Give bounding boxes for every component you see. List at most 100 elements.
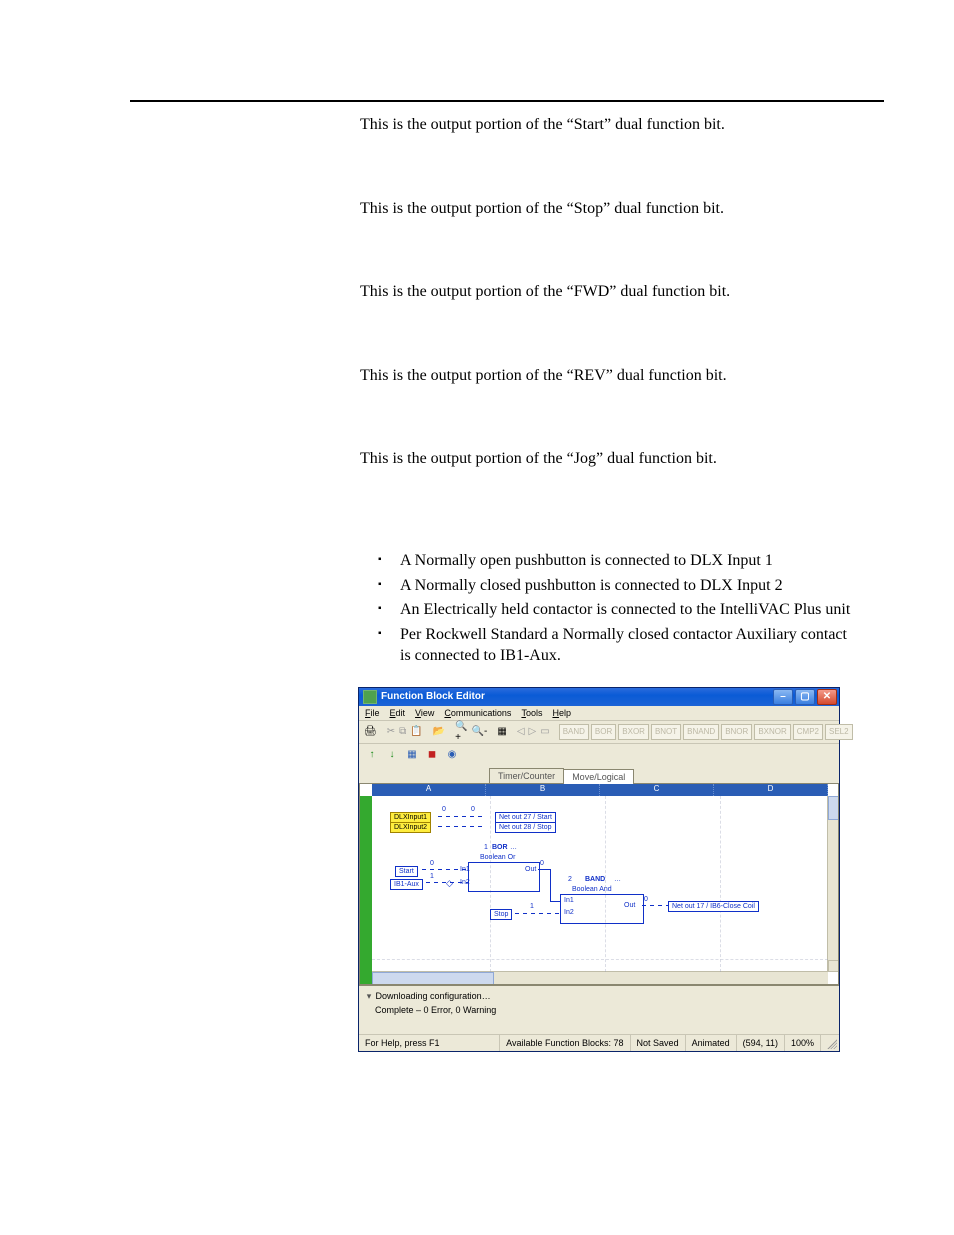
resize-grip-icon[interactable]: [825, 1037, 837, 1049]
titlebar[interactable]: Function Block Editor – ▢ ✕: [359, 688, 839, 706]
column-header: B: [486, 784, 600, 796]
toolbar-main: 🖨 ✂ ⧉ 📋 📂 🔍+ 🔍- ▦ ◁ ▷ ▭ BAND BOR BXOR: [359, 721, 839, 744]
status-help: For Help, press F1: [359, 1035, 500, 1051]
vertical-scrollbar[interactable]: [827, 796, 838, 972]
menubar: File Edit View Communications Tools Help: [359, 706, 839, 721]
palette-button[interactable]: BNAND: [683, 724, 719, 740]
copy-icon[interactable]: ⧉: [398, 723, 407, 741]
label-two: 2: [568, 876, 572, 883]
palette-button[interactable]: CMP2: [793, 724, 823, 740]
row-gutter: [360, 796, 372, 984]
window-maximize-button[interactable]: ▢: [795, 689, 815, 705]
bullet-item: Per Rockwell Standard a Normally closed …: [378, 624, 860, 667]
text-column: This is the output portion of the “Start…: [360, 114, 860, 1052]
menu-help[interactable]: Help: [552, 708, 571, 718]
status-coord: (594, 11): [737, 1035, 785, 1051]
stop-icon[interactable]: ◼: [423, 746, 441, 764]
menu-file[interactable]: File: [365, 708, 380, 718]
column-header: A: [372, 784, 486, 796]
bullet-item: A Normally open pushbutton is connected …: [378, 550, 860, 572]
diagram-canvas[interactable]: A B C D DLXInput1: [359, 784, 839, 985]
palette-button[interactable]: BAND: [559, 724, 589, 740]
block-ib1aux[interactable]: IB1-Aux: [390, 879, 423, 890]
output-line: Downloading configuration…: [376, 991, 491, 1001]
palette-button[interactable]: BNOR: [721, 724, 752, 740]
palette-button[interactable]: BNOT: [651, 724, 681, 740]
palette-button[interactable]: BXNOR: [754, 724, 790, 740]
block-start[interactable]: Start: [395, 866, 418, 877]
label-one: 1: [484, 844, 488, 851]
menu-view[interactable]: View: [415, 708, 434, 718]
block-stop[interactable]: Stop: [490, 909, 512, 920]
status-blocks: Available Function Blocks: 78: [500, 1035, 630, 1051]
palette-button[interactable]: BOR: [591, 724, 616, 740]
label-zero: 0: [430, 860, 434, 867]
open-icon[interactable]: 📂: [432, 723, 446, 741]
arrow-down-icon[interactable]: ↓: [383, 746, 401, 764]
bullet-item: A Normally closed pushbutton is connecte…: [378, 575, 860, 597]
tabstrip: Timer/Counter Move/Logical: [359, 766, 839, 784]
toolbar-secondary: ↑ ↓ ▦ ◼ ◉: [359, 744, 839, 766]
menu-tools[interactable]: Tools: [521, 708, 542, 718]
tab-timer[interactable]: Timer/Counter: [489, 768, 564, 783]
cut-icon[interactable]: ✂: [386, 723, 396, 741]
band-subtitle: Boolean And: [572, 886, 612, 893]
zoom-out-icon[interactable]: 🔍-: [471, 723, 489, 741]
horizontal-scrollbar[interactable]: [372, 971, 828, 984]
not-icon: ◇: [446, 878, 453, 889]
nav-box-icon[interactable]: ▭: [539, 723, 550, 741]
tab-move[interactable]: Move/Logical: [563, 769, 634, 784]
blocks-icon[interactable]: ▦: [403, 746, 421, 764]
menu-edit[interactable]: Edit: [390, 708, 406, 718]
paragraph-fwd: This is the output portion of the “FWD” …: [360, 281, 860, 303]
scroll-down-arrow-icon[interactable]: [828, 960, 839, 972]
paragraph-jog: This is the output portion of the “Jog” …: [360, 448, 860, 470]
label-zero: 0: [442, 806, 446, 813]
paragraph-rev: This is the output portion of the “REV” …: [360, 365, 860, 387]
ellipsis-icon[interactable]: …: [614, 876, 621, 883]
ellipsis-icon[interactable]: …: [510, 844, 517, 851]
window-minimize-button[interactable]: –: [773, 689, 793, 705]
label-zero: 0: [540, 860, 544, 867]
paragraph-start: This is the output portion of the “Start…: [360, 114, 860, 136]
app-window: Function Block Editor – ▢ ✕ File Edit Vi…: [358, 687, 840, 1052]
block-dlxinput2[interactable]: DLXInput2: [390, 822, 431, 833]
app-icon: [363, 690, 377, 704]
zoom-in-icon[interactable]: 🔍+: [454, 723, 468, 741]
label-zero: 0: [644, 896, 648, 903]
arrow-up-icon[interactable]: ↑: [363, 746, 381, 764]
label-zero: 0: [471, 806, 475, 813]
globe-icon[interactable]: ◉: [443, 746, 461, 764]
status-anim: Animated: [686, 1035, 737, 1051]
window-title: Function Block Editor: [381, 691, 485, 702]
paragraph-stop: This is the output portion of the “Stop”…: [360, 198, 860, 220]
label-one: 1: [530, 903, 534, 910]
label-one: 1: [430, 873, 434, 880]
block-netout17[interactable]: Net out 17 / IB6-Close Coil: [668, 901, 759, 912]
bullet-list: A Normally open pushbutton is connected …: [378, 550, 860, 667]
palette-button[interactable]: BXOR: [618, 724, 649, 740]
scroll-thumb[interactable]: [828, 796, 839, 820]
band-title: BAND: [585, 876, 605, 883]
column-header: C: [600, 784, 714, 796]
print-icon[interactable]: 🖨: [363, 723, 378, 741]
menu-communications[interactable]: Communications: [444, 708, 511, 718]
paste-icon[interactable]: 📋: [409, 723, 423, 741]
output-pane: ▾ Downloading configuration… Complete – …: [359, 985, 839, 1034]
port-out: Out: [525, 866, 536, 873]
output-line: Complete – 0 Error, 0 Warning: [375, 1005, 496, 1015]
port-in2: In2: [564, 909, 574, 916]
statusbar: For Help, press F1 Available Function Bl…: [359, 1034, 839, 1051]
block-netout28[interactable]: Net out 28 / Stop: [495, 822, 556, 833]
port-out: Out: [624, 902, 635, 909]
grid-icon[interactable]: ▦: [496, 723, 507, 741]
window-close-button[interactable]: ✕: [817, 689, 837, 705]
bor-title: BOR: [492, 844, 508, 851]
nav-prev-icon[interactable]: ◁: [516, 723, 526, 741]
scroll-thumb[interactable]: [372, 972, 494, 985]
nav-next-icon[interactable]: ▷: [528, 723, 538, 741]
port-in1: In1: [564, 897, 574, 904]
column-header: D: [714, 784, 828, 796]
palette-button[interactable]: SEL2: [825, 724, 853, 740]
collapse-icon[interactable]: ▾: [365, 989, 373, 1003]
